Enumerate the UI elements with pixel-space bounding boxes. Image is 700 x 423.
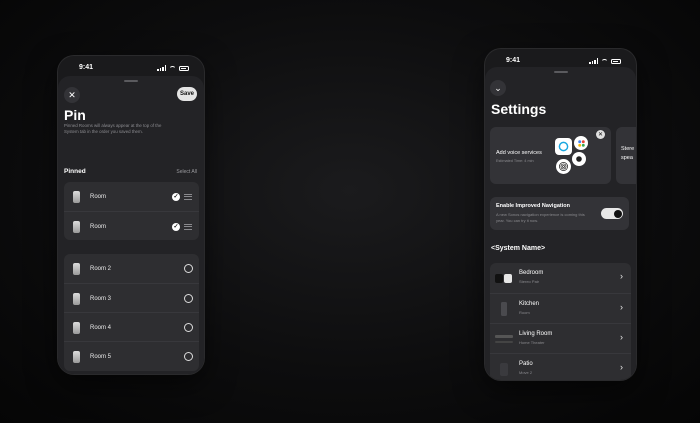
close-icon: ✕ [68, 89, 76, 100]
room-name: Bedroom [519, 270, 544, 276]
room-label: Room [90, 223, 107, 230]
sonos-voice-icon [572, 152, 586, 166]
voice-services-card[interactable]: Add voice services Estimated Time: 4 min… [490, 127, 611, 184]
chevron-down-icon: ⌄ [494, 82, 502, 93]
pinned-list: Room ✓ Room ✓ [64, 182, 199, 240]
page-description: Pinned Rooms will always appear at the t… [64, 123, 162, 134]
room-label: Room [90, 193, 107, 200]
drag-handle-icon[interactable] [184, 193, 192, 200]
settings-phone: 9:41 ⌄ Settings Add voice services Estim… [485, 49, 636, 380]
status-time: 9:41 [79, 64, 94, 71]
rooms-list: Bedroom Stereo Pair › Kitchen Room › Liv… [490, 263, 631, 380]
list-item[interactable]: Room ✓ [64, 211, 199, 241]
speaker-icon [73, 350, 80, 363]
check-icon[interactable]: ✓ [172, 192, 180, 201]
room-subtitle: Home Theater [519, 340, 545, 345]
room-label: Room 4 [90, 324, 112, 331]
page-title: Pin [64, 107, 86, 123]
signal-icon [157, 65, 166, 71]
room-name: Living Room [519, 331, 553, 337]
speaker-tall-icon [495, 302, 513, 316]
room-row-kitchen[interactable]: Kitchen Room › [490, 293, 631, 324]
drag-handle-icon[interactable] [184, 223, 192, 230]
speaker-icon [73, 220, 80, 233]
page-title: Settings [491, 101, 547, 117]
room-row-patio[interactable]: Patio Move 2 › [490, 353, 631, 380]
chevron-right-icon: › [620, 302, 623, 312]
pin-phone: 9:41 ✕ Save Pin Pinned Rooms will always… [58, 56, 204, 374]
room-name: Kitchen [519, 301, 540, 307]
signal-icon [589, 58, 598, 64]
status-bar: 9:41 [58, 56, 204, 78]
navigation-toggle[interactable] [601, 208, 623, 219]
improved-navigation-card: Enable Improved Navigation A new Sonos n… [490, 197, 629, 230]
speaker-icon [73, 292, 80, 305]
pin-sheet: ✕ Save Pin Pinned Rooms will always appe… [58, 76, 204, 374]
room-label: Room 2 [90, 265, 112, 272]
radio-button[interactable] [184, 264, 193, 273]
wifi-icon [169, 65, 176, 71]
voice-card-subtitle: Estimated Time: 4 min [496, 159, 534, 163]
fingerprint-icon [556, 159, 571, 174]
settings-sheet: ⌄ Settings Add voice services Estimated … [485, 67, 636, 380]
save-button[interactable]: Save [177, 87, 197, 101]
system-name: <System Name> [491, 245, 546, 252]
speaker-pair-icon [495, 271, 513, 285]
battery-icon [611, 58, 621, 64]
status-icons [589, 58, 621, 64]
list-item[interactable]: Room 3 [64, 283, 199, 313]
room-row-living-room[interactable]: Living Room Home Theater › [490, 323, 631, 354]
unpinned-list: Room 2 Room 3 Room 4 Room 5 [64, 254, 199, 371]
pinned-header: Pinned [64, 168, 86, 175]
wifi-icon [601, 58, 608, 64]
room-subtitle: Room [519, 310, 530, 315]
list-item[interactable]: Room 5 [64, 341, 199, 371]
speaker-icon [73, 190, 80, 203]
room-name: Patio [519, 361, 533, 367]
list-item[interactable]: Room 4 [64, 312, 199, 342]
select-all-link[interactable]: Select All [176, 169, 197, 175]
radio-button[interactable] [184, 323, 193, 332]
speaker-move-icon [495, 362, 513, 376]
close-button[interactable]: ✕ [64, 87, 80, 103]
stereo-card-line1: Stere [621, 146, 635, 152]
google-assistant-icon [574, 136, 588, 150]
alexa-icon [555, 138, 572, 155]
soundbar-icon [495, 332, 513, 346]
navigation-card-title: Enable Improved Navigation [496, 203, 570, 209]
list-item[interactable]: Room 2 [64, 254, 199, 283]
sheet-handle[interactable] [124, 80, 138, 82]
list-item[interactable]: Room ✓ [64, 182, 199, 211]
voice-card-title: Add voice services [496, 150, 542, 156]
room-subtitle: Stereo Pair [519, 279, 540, 284]
room-row-bedroom[interactable]: Bedroom Stereo Pair › [490, 263, 631, 293]
room-label: Room 3 [90, 295, 112, 302]
stereo-speaker-card[interactable]: Stere spea [616, 127, 636, 184]
room-subtitle: Move 2 [519, 370, 533, 375]
check-icon[interactable]: ✓ [172, 222, 180, 231]
status-time: 9:41 [506, 57, 521, 64]
sheet-handle[interactable] [553, 71, 568, 73]
close-icon[interactable]: ✕ [596, 130, 605, 139]
speaker-icon [73, 321, 80, 334]
speaker-icon [73, 262, 80, 275]
status-icons [157, 65, 189, 71]
battery-icon [179, 65, 189, 71]
radio-button[interactable] [184, 352, 193, 361]
back-button[interactable]: ⌄ [490, 80, 506, 96]
chevron-right-icon: › [620, 271, 623, 281]
navigation-card-description: A new Sonos navigation experience is com… [496, 212, 585, 223]
stereo-card-line2: spea [621, 155, 633, 161]
radio-button[interactable] [184, 294, 193, 303]
stereo-card-title: Stere spea [621, 145, 634, 163]
chevron-right-icon: › [620, 332, 623, 342]
room-label: Room 5 [90, 353, 112, 360]
chevron-right-icon: › [620, 362, 623, 372]
